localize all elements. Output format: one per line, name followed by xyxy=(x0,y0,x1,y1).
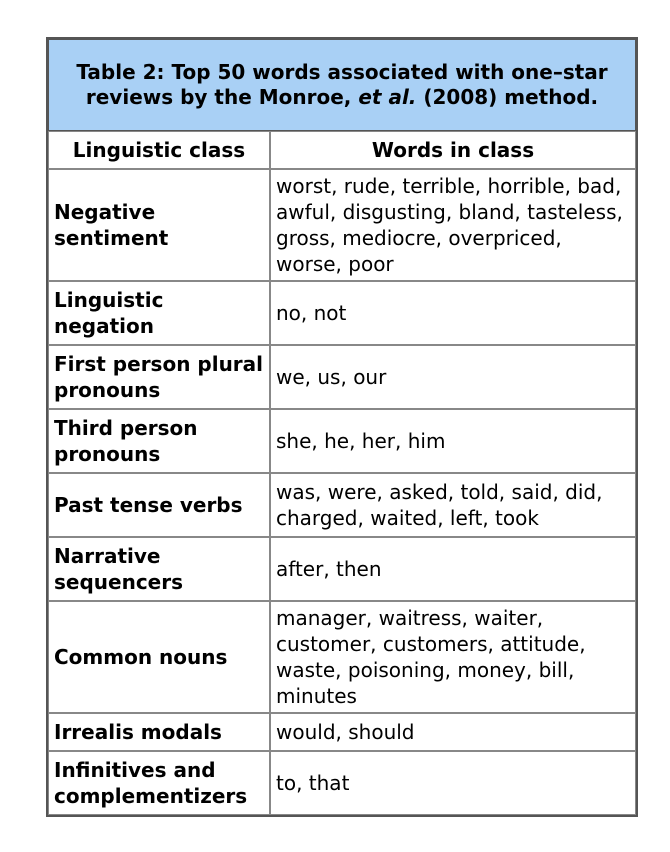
table-row: Common nouns manager, waitress, waiter, c… xyxy=(48,601,637,713)
table-caption: Table 2: Top 50 words associated with on… xyxy=(48,39,637,131)
class-cell: Common nouns xyxy=(48,601,270,713)
words-cell: worst, rude, terrible, horrible, bad, aw… xyxy=(270,169,637,281)
class-cell: First person plural pronouns xyxy=(48,345,270,409)
class-cell: Linguistic negation xyxy=(48,281,270,345)
table-row: First person plural pronouns we, us, our xyxy=(48,345,637,409)
caption-suffix: (2008) method. xyxy=(416,85,599,109)
words-cell: would, should xyxy=(270,713,637,751)
caption-italic: et al. xyxy=(358,85,417,109)
table-row: Negative sentiment worst, rude, terrible,… xyxy=(48,169,637,281)
class-cell: Infinitives and complementizers xyxy=(48,751,270,815)
table-row: Past tense verbs was, were, asked, told, … xyxy=(48,473,637,537)
caption-row: Table 2: Top 50 words associated with on… xyxy=(48,39,637,131)
words-cell: was, were, asked, told, said, did, charg… xyxy=(270,473,637,537)
words-cell: she, he, her, him xyxy=(270,409,637,473)
words-cell: to, that xyxy=(270,751,637,815)
class-cell: Irrealis modals xyxy=(48,713,270,751)
words-table: Table 2: Top 50 words associated with on… xyxy=(46,37,639,817)
class-cell: Negative sentiment xyxy=(48,169,270,281)
table-row: Linguistic negation no, not xyxy=(48,281,637,345)
table-body: Negative sentiment worst, rude, terrible,… xyxy=(48,169,637,815)
header-words-in-class: Words in class xyxy=(270,131,637,169)
words-cell: after, then xyxy=(270,537,637,601)
words-cell: manager, waitress, waiter, customer, cus… xyxy=(270,601,637,713)
class-cell: Narrative sequencers xyxy=(48,537,270,601)
words-cell: we, us, our xyxy=(270,345,637,409)
table-row: Narrative sequencers after, then xyxy=(48,537,637,601)
table-row: Infinitives and complementizers to, that xyxy=(48,751,637,815)
class-cell: Past tense verbs xyxy=(48,473,270,537)
words-cell: no, not xyxy=(270,281,637,345)
table-row: Irrealis modals would, should xyxy=(48,713,637,751)
table-row: Third person pronouns she, he, her, him xyxy=(48,409,637,473)
header-row: Linguistic class Words in class xyxy=(48,131,637,169)
header-linguistic-class: Linguistic class xyxy=(48,131,270,169)
class-cell: Third person pronouns xyxy=(48,409,270,473)
